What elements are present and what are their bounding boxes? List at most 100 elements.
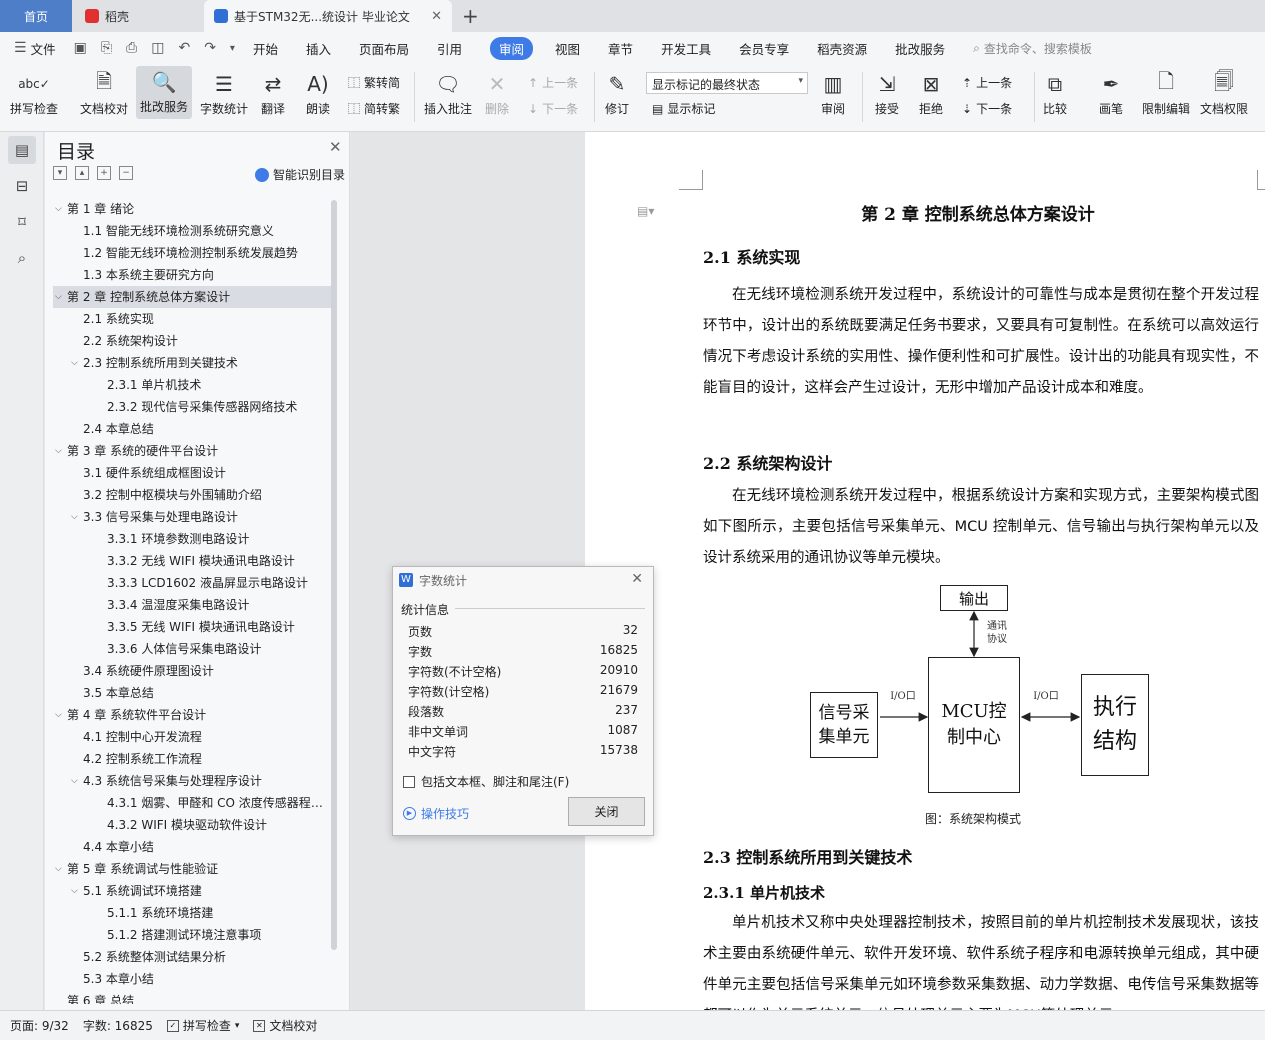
trad-to-simp-button[interactable]: ⿰繁转简 [348, 74, 400, 91]
menu-reference[interactable]: 引用 [437, 39, 462, 58]
toc-item[interactable]: ⌵ 5.1 系统调试环境搭建 [53, 880, 331, 902]
word-count-indicator[interactable]: 字数: 16825 [83, 1017, 153, 1034]
markup-mode-select[interactable]: 显示标记的最终状态 ▾ [646, 72, 808, 94]
close-button[interactable]: 关闭 [568, 797, 645, 826]
toc-expand-caret-icon[interactable]: ⌵ [55, 198, 62, 220]
doc-proof-button[interactable]: 🗎 文档校对 [80, 68, 128, 117]
tips-link[interactable]: ▶ 操作技巧 [403, 805, 469, 822]
toc-expand-caret-icon[interactable]: ⌵ [55, 286, 62, 308]
compare-button[interactable]: ⧉ 比较 [1040, 68, 1070, 117]
prev-comment-button[interactable]: ↑ 上一条 [528, 74, 578, 91]
toc-item[interactable]: ⌵ 4.3 系统信号采集与处理程序设计 [53, 770, 331, 792]
toc-item[interactable]: ⌵ 第 3 章 系统的硬件平台设计 [53, 440, 331, 462]
next-comment-button[interactable]: ↓ 下一条 [528, 100, 578, 117]
toc-item[interactable]: 5.2 系统整体测试结果分析 [53, 946, 331, 968]
toc-item[interactable]: 第 6 章 总结 [53, 990, 331, 1004]
toc-item[interactable]: 3.3.4 温湿度采集电路设计 [53, 594, 331, 616]
page-indicator[interactable]: 页面: 9/32 [10, 1017, 69, 1034]
menu-view[interactable]: 视图 [555, 39, 580, 58]
toc-item[interactable]: 3.5 本章总结 [53, 682, 331, 704]
toc-expand-caret-icon[interactable]: ⌵ [71, 352, 78, 374]
toc-item[interactable]: 2.1 系统实现 [53, 308, 331, 330]
search-command-input[interactable]: 查找命令、搜索模板 [984, 40, 1092, 57]
expand-all-icon[interactable]: ▾ [53, 166, 67, 180]
toc-item[interactable]: ⌵ 第 4 章 系统软件平台设计 [53, 704, 331, 726]
toc-item[interactable]: 2.4 本章总结 [53, 418, 331, 440]
correction-service-button[interactable]: 🔍 批改服务 [136, 66, 193, 119]
redo-icon[interactable]: ↷ [204, 40, 216, 56]
export-icon[interactable]: ⎘ [101, 40, 112, 56]
toc-item[interactable]: 1.2 智能无线环境检测控制系统发展趋势 [53, 242, 331, 264]
toc-item[interactable]: 4.1 控制中心开发流程 [53, 726, 331, 748]
spellcheck-status[interactable]: ✓ 拼写检查 ▾ [166, 1017, 239, 1034]
include-notes-checkbox[interactable] [403, 775, 415, 788]
toc-expand-caret-icon[interactable]: ⌵ [55, 858, 62, 880]
toc-item[interactable]: 4.3.1 烟雾、甲醛和 CO 浓度传感器程序设计 [53, 792, 331, 814]
new-tab-icon[interactable]: + [462, 4, 479, 28]
read-aloud-button[interactable]: A) 朗读 [303, 68, 333, 117]
reject-button[interactable]: ⊠ 拒绝 [916, 68, 946, 117]
paragraph-menu-icon[interactable]: ▤▾ [637, 204, 654, 218]
insert-comment-button[interactable]: 🗨 插入批注 [424, 68, 472, 117]
toc-item[interactable]: 3.2 控制中枢模块与外围辅助介绍 [53, 484, 331, 506]
proof-status[interactable]: ✕ 文档校对 [253, 1017, 317, 1034]
chapter-nav-icon[interactable]: ⊟ [8, 172, 36, 200]
toc-expand-caret-icon[interactable]: ⌵ [71, 506, 78, 528]
toc-scrollbar[interactable] [331, 200, 337, 950]
menu-review[interactable]: 审阅 [490, 36, 534, 60]
close-icon[interactable]: ✕ [329, 138, 342, 156]
toc-item[interactable]: ⌵ 2.3 控制系统所用到关键技术 [53, 352, 331, 374]
toc-item[interactable]: 3.3.1 环境参数测电路设计 [53, 528, 331, 550]
close-icon[interactable]: ✕ [631, 571, 643, 587]
tab-home[interactable]: 首页 [0, 0, 72, 32]
smart-toc-button[interactable]: 智能识别目录 [255, 166, 345, 183]
toc-item[interactable]: ⌵ 3.3 信号采集与处理电路设计 [53, 506, 331, 528]
review-pane-button[interactable]: ▥ 审阅 [818, 68, 848, 117]
hamburger-icon[interactable]: ☰ [14, 40, 27, 56]
chevron-down-icon[interactable]: ▾ [230, 43, 235, 54]
translate-button[interactable]: ⇄ 翻译 [258, 68, 288, 117]
next-change-button[interactable]: ⇣ 下一条 [962, 100, 1012, 117]
toc-item[interactable]: ⌵ 第 2 章 控制系统总体方案设计 [53, 286, 331, 308]
toc-item[interactable]: 3.4 系统硬件原理图设计 [53, 660, 331, 682]
toc-expand-caret-icon[interactable]: ⌵ [71, 880, 78, 902]
toc-item[interactable]: 5.3 本章小结 [53, 968, 331, 990]
search-icon[interactable]: ⌕ [8, 244, 36, 272]
toc-item[interactable]: 1.1 智能无线环境检测系统研究意义 [53, 220, 331, 242]
track-changes-button[interactable]: ✎ 修订 [602, 68, 632, 117]
simp-to-trad-button[interactable]: ⿰简转繁 [348, 100, 400, 117]
menu-file[interactable]: 文件 [31, 39, 56, 58]
toc-item[interactable]: 5.1.1 系统环境搭建 [53, 902, 331, 924]
save-icon[interactable]: ▣ [74, 40, 87, 56]
remove-heading-icon[interactable]: − [119, 166, 133, 180]
toc-item[interactable]: 4.4 本章小结 [53, 836, 331, 858]
include-notes-option[interactable]: 包括文本框、脚注和尾注(F) [403, 773, 569, 790]
tab-document[interactable]: 基于STM32无...统设计 毕业论文 ✕ [204, 0, 452, 32]
toc-expand-caret-icon[interactable]: ⌵ [55, 704, 62, 726]
toc-expand-caret-icon[interactable]: ⌵ [71, 770, 78, 792]
toc-item[interactable]: 3.1 硬件系统组成框图设计 [53, 462, 331, 484]
toc-item[interactable]: 5.1.2 搭建测试环境注意事项 [53, 924, 331, 946]
toc-item[interactable]: 2.3.1 单片机技术 [53, 374, 331, 396]
spellcheck-button[interactable]: abc✓ 拼写检查 [10, 68, 58, 117]
toc-item[interactable]: 2.2 系统架构设计 [53, 330, 331, 352]
menu-insert[interactable]: 插入 [306, 39, 331, 58]
pen-button[interactable]: ✒ 画笔 [1096, 68, 1126, 117]
dialog-titlebar[interactable]: W 字数统计 [393, 567, 653, 593]
toc-item[interactable]: 3.3.2 无线 WIFI 模块通讯电路设计 [53, 550, 331, 572]
menu-layout[interactable]: 页面布局 [359, 39, 409, 58]
print-icon[interactable]: ⎙ [126, 40, 137, 56]
word-count-button[interactable]: ☰ 字数统计 [200, 68, 248, 117]
toc-panel-icon[interactable]: ▤ [8, 136, 36, 164]
undo-icon[interactable]: ↶ [178, 40, 190, 56]
document-page[interactable]: ▤▾ 第 2 章 控制系统总体方案设计 2.1 系统实现 在无线环境检测系统开发… [585, 132, 1265, 1010]
toc-expand-caret-icon[interactable]: ⌵ [55, 440, 62, 462]
accept-button[interactable]: ⇲ 接受 [872, 68, 902, 117]
menu-devtools[interactable]: 开发工具 [661, 39, 711, 58]
add-heading-icon[interactable]: + [97, 166, 111, 180]
collapse-up-icon[interactable]: ▴ [75, 166, 89, 180]
doc-permission-button[interactable]: 🗐 文档权限 [1200, 68, 1248, 117]
toc-item[interactable]: ⌵ 第 5 章 系统调试与性能验证 [53, 858, 331, 880]
toc-item[interactable]: 3.3.6 人体信号采集电路设计 [53, 638, 331, 660]
show-markup-button[interactable]: ▤ 显示标记 [652, 100, 715, 117]
